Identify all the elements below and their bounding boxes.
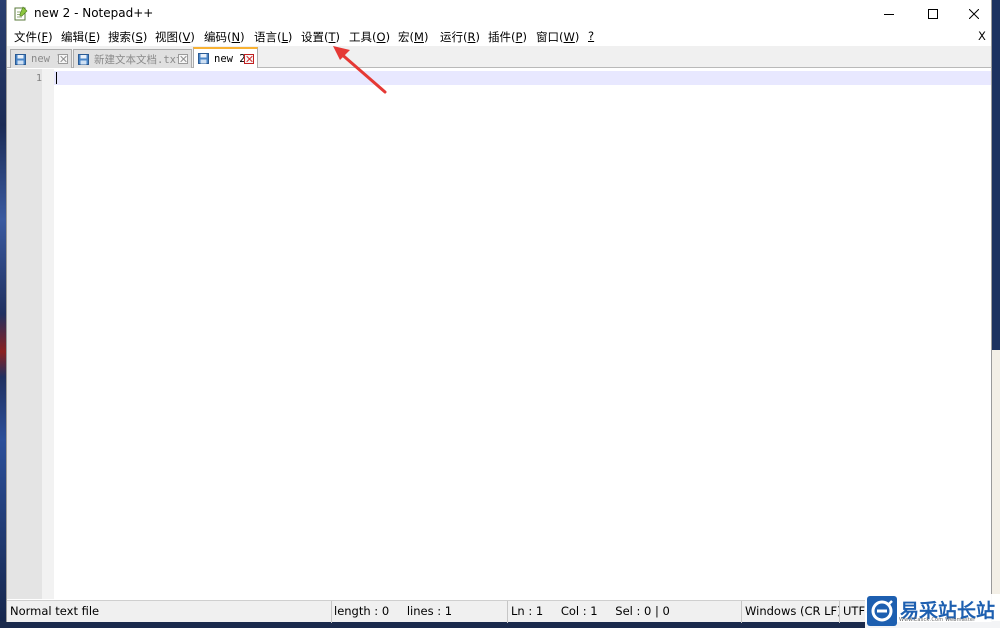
floppy-disk-icon — [198, 53, 209, 64]
menu-encoding[interactable]: 编码(N) — [204, 29, 245, 45]
minimize-icon — [884, 13, 894, 15]
tab-close-icon[interactable] — [178, 54, 188, 64]
text-editor[interactable]: 1 — [7, 69, 991, 599]
status-lines: lines : 1 — [406, 604, 453, 618]
status-bar: Normal text file length : 0 lines : 1 Ln… — [7, 600, 991, 623]
maximize-button[interactable] — [911, 0, 955, 27]
menu-help[interactable]: ? — [588, 29, 594, 43]
menu-search[interactable]: 搜索(S) — [108, 29, 147, 45]
minimize-button[interactable] — [867, 0, 911, 27]
tab-label: new 2 — [214, 52, 244, 65]
status-eol: Windows (CR LF) — [742, 601, 840, 623]
site-watermark: 易采站长站 Www.Easck.Com Webmaster — [865, 594, 1000, 628]
tab-new-2[interactable]: new 2 — [193, 47, 258, 68]
status-length: length : 0 — [334, 604, 390, 618]
menu-window[interactable]: 窗口(W) — [536, 29, 579, 45]
watermark-subtext: Www.Easck.Com Webmaster — [899, 617, 976, 623]
menu-plugins[interactable]: 插件(P) — [488, 29, 527, 45]
tab-new-1[interactable]: new 1 — [10, 49, 72, 68]
tab-close-icon[interactable] — [58, 54, 68, 64]
floppy-disk-icon — [15, 53, 26, 65]
close-icon — [969, 8, 979, 19]
close-button[interactable] — [952, 0, 996, 27]
status-position: Ln : 1 Col : 1 Sel : 0 | 0 — [508, 601, 742, 623]
tab-label: 新建文本文档.txt — [94, 53, 178, 66]
floppy-disk-icon — [78, 53, 89, 65]
status-file-type: Normal text file — [7, 601, 332, 623]
status-ln: Ln : 1 — [511, 604, 544, 618]
menu-tools[interactable]: 工具(O) — [349, 29, 390, 45]
tab-bar: new 1 新建文本文档.txt new 2 — [7, 46, 991, 68]
status-length-lines: length : 0 lines : 1 — [332, 601, 508, 623]
menu-bar: 文件(F) 编辑(E) 搜索(S) 视图(V) 编码(N) 语言(L) 设置(T… — [7, 27, 991, 46]
close-document-button[interactable]: X — [978, 29, 986, 43]
menu-run[interactable]: 运行(R) — [440, 29, 480, 45]
tab-label: new 1 — [31, 53, 58, 65]
tab-close-icon[interactable] — [244, 53, 254, 64]
menu-file[interactable]: 文件(F) — [14, 29, 53, 45]
menu-settings[interactable]: 设置(T) — [301, 29, 340, 45]
menu-view[interactable]: 视图(V) — [155, 29, 195, 45]
status-col: Col : 1 — [560, 604, 598, 618]
status-sel: Sel : 0 | 0 — [615, 604, 670, 618]
window-title: new 2 - Notepad++ — [34, 6, 154, 20]
watermark-logo-icon — [867, 596, 897, 626]
current-line-highlight — [54, 71, 991, 85]
maximize-icon — [928, 8, 938, 19]
title-bar[interactable]: new 2 - Notepad++ — [7, 0, 991, 27]
notepad-window: new 2 - Notepad++ 文件(F) 编辑(E) 搜索(S) 视图(V… — [6, 0, 992, 623]
menu-language[interactable]: 语言(L) — [254, 29, 292, 45]
text-caret — [56, 72, 57, 84]
tab-new-text-document[interactable]: 新建文本文档.txt — [73, 49, 192, 68]
menu-macro[interactable]: 宏(M) — [398, 29, 428, 45]
menu-edit[interactable]: 编辑(E) — [61, 29, 100, 45]
fold-margin[interactable] — [42, 69, 54, 599]
notepad-app-icon — [14, 6, 28, 21]
